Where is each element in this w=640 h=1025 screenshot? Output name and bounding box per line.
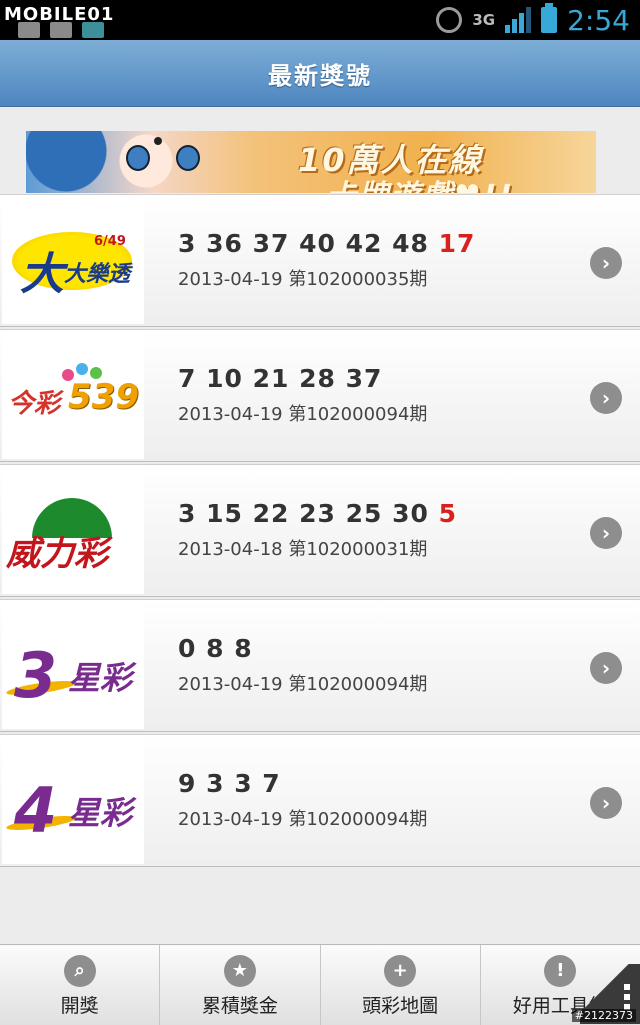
winning-numbers: 3 36 37 40 42 48 17 (178, 229, 475, 258)
tab-draw-results[interactable]: ⌕ 開獎 (0, 945, 161, 1025)
banner-eye-left (126, 145, 150, 171)
4-star-logo-name: 星彩 (68, 794, 133, 832)
lottery-row-lotto649[interactable]: 大 大樂透 6/49 3 36 37 40 42 48 17 2013-04-1… (0, 194, 640, 327)
chevron-right-icon[interactable]: › (590, 787, 622, 819)
warning-icon: ! (544, 955, 577, 987)
draw-info: 2013-04-19 第102000094期 (178, 674, 428, 695)
tab-label: 累積獎金 (201, 995, 278, 1017)
bottom-tab-bar: ⌕ 開獎 ★ 累積獎金 + 頭彩地圖 ! 好用工具組 (0, 944, 640, 1025)
app-notification-icon (82, 22, 104, 38)
3-star-logo: 3 星彩 (2, 603, 144, 729)
powerball-logo: 威力彩 (2, 468, 144, 594)
chevron-right-icon[interactable]: › (590, 517, 622, 549)
lotto539-logo-name: 今彩 (8, 389, 61, 419)
banner-character-image (26, 131, 306, 193)
title-bar: 最新獎號 (0, 40, 640, 107)
star-icon: ★ (223, 955, 256, 987)
winning-numbers: 7 10 21 28 37 (178, 364, 382, 393)
lotto649-logo-name: 大樂透 (64, 262, 131, 287)
lottery-row-4-star[interactable]: 4 星彩 9 3 3 7 2013-04-19 第102000094期 › (0, 734, 640, 867)
facebook-icon (50, 22, 72, 38)
network-type: 3G (472, 11, 496, 29)
tab-winner-map[interactable]: + 頭彩地圖 (321, 945, 481, 1025)
draw-info: 2013-04-19 第102000035期 (178, 269, 428, 290)
draw-info: 2013-04-19 第102000094期 (178, 404, 428, 425)
special-number: 17 (438, 229, 476, 258)
winning-numbers: 3 15 22 23 25 30 5 (178, 499, 457, 528)
plus-icon: + (384, 955, 417, 987)
notification-icons (18, 22, 104, 38)
lottery-row-539[interactable]: 今彩 539 7 10 21 28 37 2013-04-19 第1020000… (0, 329, 640, 462)
lotto539-logo: 今彩 539 (2, 333, 144, 459)
page-title: 最新獎號 (268, 61, 372, 90)
draw-info: 2013-04-18 第102000031期 (178, 539, 428, 560)
tab-label: 頭彩地圖 (362, 995, 439, 1017)
4-star-logo-badge: 4 (14, 774, 58, 847)
lotto539-logo-badge: 539 (68, 377, 139, 417)
banner-ad[interactable]: 10萬人在線 卡牌遊戲♥!! (26, 131, 596, 193)
draw-info: 2013-04-19 第102000094期 (178, 809, 428, 830)
lotto649-logo: 大 大樂透 6/49 (2, 198, 144, 324)
lottery-row-3-star[interactable]: 3 星彩 0 8 8 2013-04-19 第102000094期 › (0, 599, 640, 732)
mail-icon (18, 22, 40, 38)
powerball-logo-name: 威力彩 (6, 534, 108, 574)
3-star-logo-badge: 3 (14, 639, 58, 712)
tab-label: 開獎 (60, 995, 99, 1017)
battery-icon (541, 3, 558, 33)
lotto649-logo-glyph: 大 (20, 249, 64, 300)
winning-numbers: 0 8 8 (178, 634, 253, 663)
banner-eye-right (176, 145, 200, 171)
main-numbers: 3 36 37 40 42 48 (178, 229, 429, 258)
main-numbers: 0 8 8 (178, 634, 253, 663)
chevron-right-icon[interactable]: › (590, 247, 622, 279)
4-star-logo: 4 星彩 (2, 738, 144, 864)
3-star-logo-name: 星彩 (68, 659, 133, 697)
chevron-right-icon[interactable]: › (590, 382, 622, 414)
banner-gem (154, 137, 162, 145)
tab-jackpot[interactable]: ★ 累積獎金 (160, 945, 321, 1025)
lottery-row-powerball[interactable]: 威力彩 3 15 22 23 25 30 5 2013-04-18 第10200… (0, 464, 640, 597)
special-number: 5 (438, 499, 457, 528)
chevron-right-icon[interactable]: › (590, 652, 622, 684)
banner-subline: 卡牌遊戲♥!! (326, 171, 514, 193)
signal-icon (505, 7, 532, 33)
clock: 2:54 (567, 3, 630, 37)
winning-numbers: 9 3 3 7 (178, 769, 281, 798)
watermark-id: #2122373 (571, 1009, 636, 1022)
main-numbers: 7 10 21 28 37 (178, 364, 383, 393)
status-bar: MOBILE01 3G 2:54 (0, 0, 640, 40)
main-numbers: 3 15 22 23 25 30 (178, 499, 429, 528)
lotto649-logo-badge: 6/49 (94, 234, 126, 249)
alarm-icon (436, 7, 463, 33)
main-numbers: 9 3 3 7 (178, 769, 281, 798)
lottery-list: 大 大樂透 6/49 3 36 37 40 42 48 17 2013-04-1… (0, 194, 640, 869)
search-icon: ⌕ (63, 955, 96, 987)
